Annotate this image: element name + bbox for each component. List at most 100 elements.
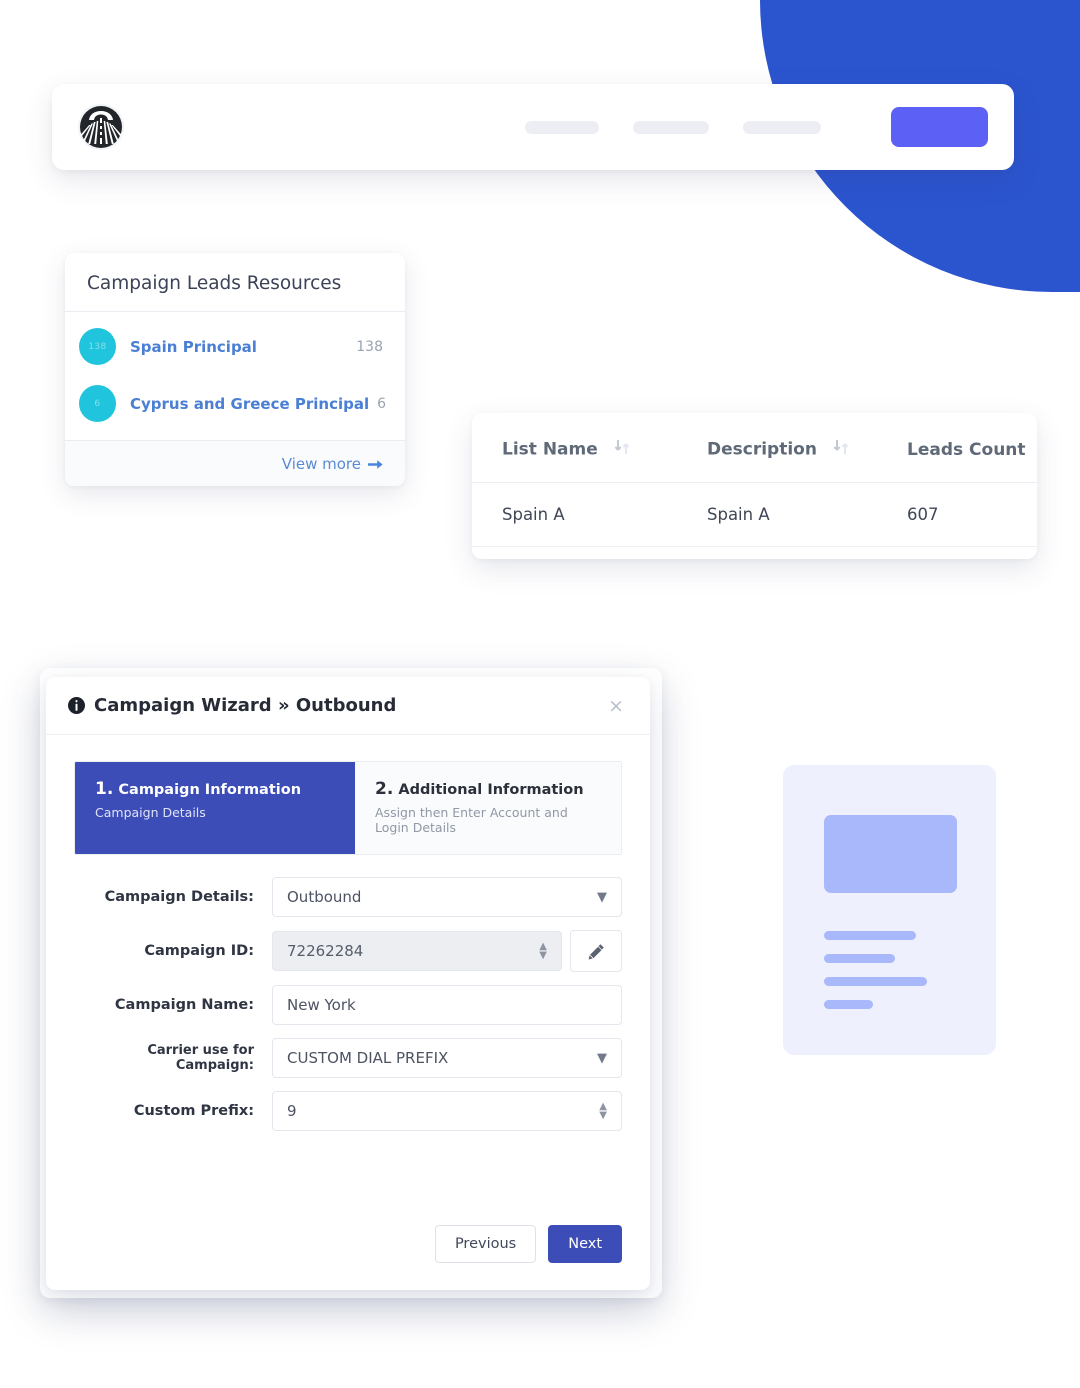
list-item[interactable]: 6 Cyprus and Greece Principal 6 bbox=[65, 375, 405, 432]
table-body: Spain A Spain A 607 bbox=[472, 482, 1037, 547]
campaign-name-input[interactable]: New York bbox=[272, 985, 622, 1025]
column-header-leads-count: Leads Count bbox=[907, 413, 1037, 483]
company-logo-icon[interactable] bbox=[78, 104, 124, 150]
nav-placeholder-1[interactable] bbox=[525, 120, 599, 134]
arrow-right-icon bbox=[368, 459, 383, 469]
lead-count: 138 bbox=[356, 338, 383, 355]
chevron-down-icon: ▼ bbox=[597, 1050, 607, 1066]
custom-prefix-input[interactable]: 9 ▲ ▼ bbox=[272, 1091, 622, 1131]
lead-name-link[interactable]: Cyprus and Greece Principal bbox=[130, 395, 369, 413]
wizard-title: Campaign Wizard » Outbound bbox=[68, 695, 604, 716]
step-title: Additional Information bbox=[398, 782, 584, 798]
step-number: 2. bbox=[375, 779, 394, 799]
table-row[interactable]: Spain A Spain A 607 bbox=[472, 482, 1037, 547]
pencil-icon bbox=[588, 943, 604, 959]
leads-lists-table: List Name Description Leads Count Spain … bbox=[472, 413, 1037, 547]
stepper-down-icon: ▼ bbox=[539, 949, 547, 961]
previous-button[interactable]: Previous bbox=[434, 1225, 537, 1263]
campaign-id-input[interactable]: 72262284 ▲ ▼ bbox=[272, 931, 562, 971]
campaign-id-stepper[interactable]: ▲ ▼ bbox=[539, 941, 547, 961]
lead-count: 6 bbox=[377, 395, 387, 412]
wizard-form: Campaign Details: Outbound ▼ Campaign ID… bbox=[46, 855, 650, 1131]
wizard-header: Campaign Wizard » Outbound × bbox=[46, 677, 650, 735]
step-subtitle: Campaign Details bbox=[95, 805, 206, 820]
wizard-step-tabs: 1. Campaign Information Campaign Details… bbox=[74, 761, 622, 855]
column-header-label: Description bbox=[707, 439, 817, 460]
field-row-campaign-details: Campaign Details: Outbound ▼ bbox=[74, 877, 622, 917]
carrier-label: Carrier use for Campaign: bbox=[147, 1043, 254, 1073]
campaign-name-control: New York bbox=[272, 985, 622, 1025]
edit-campaign-id-button[interactable] bbox=[570, 930, 622, 972]
step-heading: 2. Additional Information bbox=[375, 779, 601, 799]
campaign-wizard-dialog: Campaign Wizard » Outbound × 1. Campaign… bbox=[46, 677, 650, 1290]
avatar: 6 bbox=[79, 385, 116, 422]
view-more-link[interactable]: View more bbox=[282, 455, 383, 473]
nav-placeholder-3[interactable] bbox=[743, 120, 821, 134]
view-more-label: View more bbox=[281, 455, 361, 473]
step-number: 1. bbox=[95, 779, 114, 799]
cell-leads-count: 607 bbox=[907, 482, 1037, 547]
campaign-details-label: Campaign Details: bbox=[104, 889, 254, 905]
nav-placeholder-2[interactable] bbox=[633, 120, 709, 134]
skeleton-line-1 bbox=[824, 931, 916, 940]
skeleton-placeholder-card bbox=[783, 765, 996, 1055]
campaign-name-label: Campaign Name: bbox=[114, 997, 254, 1013]
wizard-footer: Previous Next bbox=[46, 1225, 650, 1290]
step-subtitle: Assign then Enter Account and Login Deta… bbox=[375, 805, 568, 835]
info-icon bbox=[68, 697, 85, 714]
field-row-custom-prefix: Custom Prefix: 9 ▲ ▼ bbox=[74, 1091, 622, 1131]
campaign-details-control: Outbound ▼ bbox=[272, 877, 622, 917]
custom-prefix-value: 9 bbox=[287, 1102, 297, 1120]
sort-arrows-icon bbox=[614, 440, 630, 454]
stepper-down-icon: ▼ bbox=[599, 1109, 607, 1121]
close-icon[interactable]: × bbox=[604, 695, 628, 718]
table-header-row: List Name Description Leads Count bbox=[472, 413, 1037, 483]
skeleton-line-2 bbox=[824, 954, 895, 963]
topbar-cta-button[interactable] bbox=[891, 107, 988, 147]
sort-arrows-icon bbox=[833, 440, 849, 454]
skeleton-line-3 bbox=[824, 977, 927, 986]
step-heading: 1. Campaign Information bbox=[95, 779, 335, 799]
tab-additional-information[interactable]: 2. Additional Information Assign then En… bbox=[355, 762, 621, 854]
column-header-label: List Name bbox=[502, 439, 598, 460]
custom-prefix-control: 9 ▲ ▼ bbox=[272, 1091, 622, 1131]
sort-toggle-icon[interactable] bbox=[833, 439, 850, 460]
campaign-leads-resources-card: Campaign Leads Resources 138 Spain Princ… bbox=[65, 253, 405, 486]
carrier-select[interactable]: CUSTOM DIAL PREFIX ▼ bbox=[272, 1038, 622, 1078]
custom-prefix-stepper[interactable]: ▲ ▼ bbox=[599, 1101, 607, 1121]
list-item[interactable]: 138 Spain Principal 138 bbox=[65, 318, 405, 375]
next-button[interactable]: Next bbox=[548, 1225, 622, 1263]
campaign-details-value: Outbound bbox=[287, 888, 362, 906]
custom-prefix-label: Custom Prefix: bbox=[133, 1103, 254, 1119]
leads-list: 138 Spain Principal 138 6 Cyprus and Gre… bbox=[65, 312, 405, 440]
column-header-list-name: List Name bbox=[472, 413, 707, 483]
avatar-label: 138 bbox=[88, 341, 107, 352]
avatar-label: 6 bbox=[94, 398, 101, 409]
field-row-campaign-name: Campaign Name: New York bbox=[74, 985, 622, 1025]
campaign-name-value: New York bbox=[287, 996, 356, 1014]
tab-campaign-information[interactable]: 1. Campaign Information Campaign Details bbox=[75, 762, 355, 854]
skeleton-line-4 bbox=[824, 1000, 873, 1009]
leads-lists-table-card: List Name Description Leads Count Spain … bbox=[472, 413, 1037, 559]
carrier-value: CUSTOM DIAL PREFIX bbox=[287, 1049, 449, 1067]
cell-list-name: Spain A bbox=[472, 482, 707, 547]
campaign-id-label: Campaign ID: bbox=[144, 943, 254, 959]
campaign-details-select[interactable]: Outbound ▼ bbox=[272, 877, 622, 917]
sort-toggle-icon[interactable] bbox=[614, 439, 631, 460]
leads-card-title: Campaign Leads Resources bbox=[65, 253, 405, 312]
field-row-campaign-id: Campaign ID: 72262284 ▲ ▼ bbox=[74, 930, 622, 972]
campaign-id-value: 72262284 bbox=[287, 942, 364, 960]
top-navigation-bar bbox=[52, 84, 1014, 170]
campaign-id-control: 72262284 ▲ ▼ bbox=[272, 930, 622, 972]
column-header-description: Description bbox=[707, 413, 907, 483]
leads-card-footer: View more bbox=[65, 440, 405, 486]
logo-glyph bbox=[80, 106, 122, 148]
skeleton-image-block bbox=[824, 815, 957, 893]
wizard-title-text: Campaign Wizard » Outbound bbox=[94, 695, 397, 716]
avatar: 138 bbox=[79, 328, 116, 365]
lead-name-link[interactable]: Spain Principal bbox=[130, 338, 348, 356]
step-title: Campaign Information bbox=[118, 782, 302, 798]
chevron-down-icon: ▼ bbox=[597, 889, 607, 905]
carrier-control: CUSTOM DIAL PREFIX ▼ bbox=[272, 1038, 622, 1078]
field-row-carrier: Carrier use for Campaign: CUSTOM DIAL PR… bbox=[74, 1038, 622, 1078]
